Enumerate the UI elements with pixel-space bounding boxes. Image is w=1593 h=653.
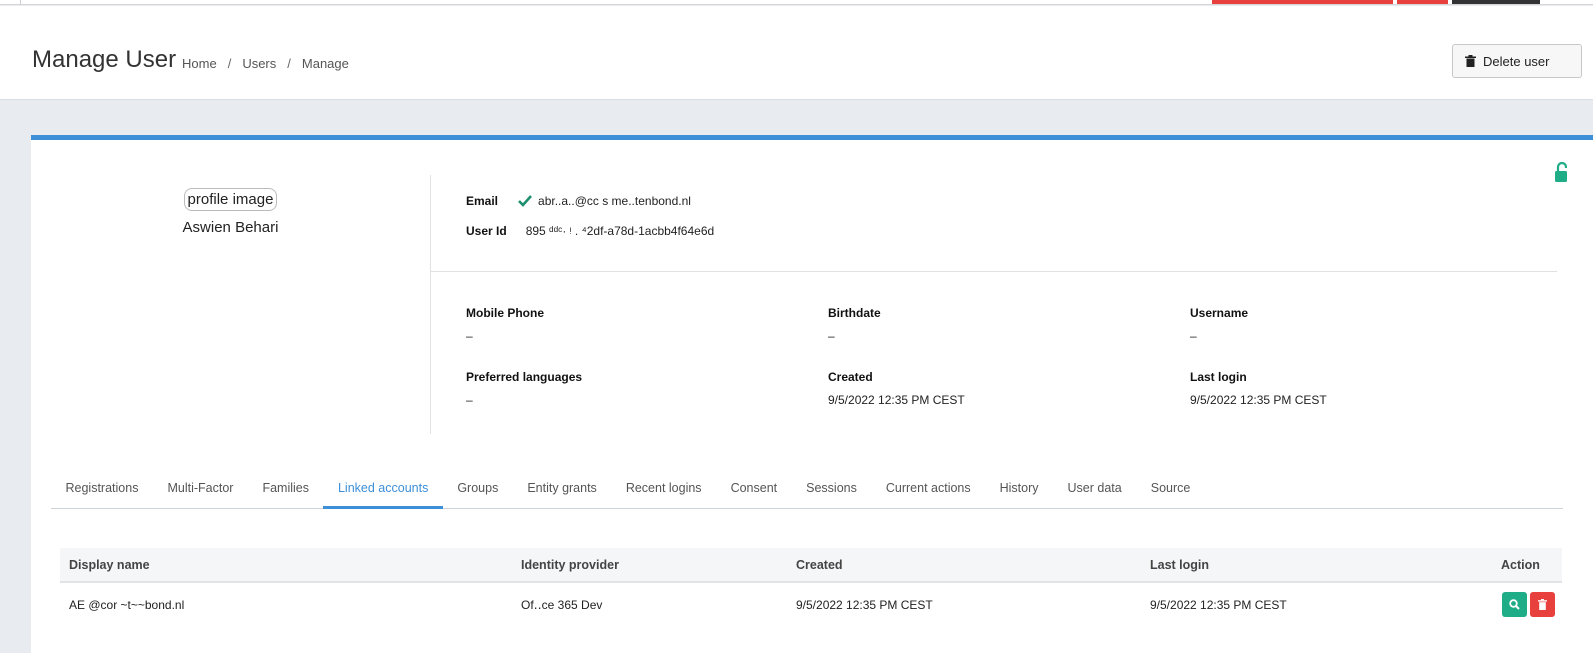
mobile-phone-field: Mobile Phone – (466, 306, 544, 343)
breadcrumb-home[interactable]: Home (182, 56, 217, 71)
delete-user-label: Delete user (1483, 53, 1550, 69)
breadcrumb-manage: Manage (301, 56, 349, 71)
tab-groups[interactable]: Groups (443, 467, 513, 508)
preferred-languages-value: – (466, 393, 473, 407)
username-label: Username (1190, 306, 1249, 320)
check-icon (518, 195, 532, 207)
trash-icon (1465, 55, 1476, 67)
mobile-phone-label: Mobile Phone (466, 306, 544, 320)
top-nav-button-dark[interactable] (1452, 0, 1540, 4)
preferred-languages-field: Preferred languages – (466, 370, 582, 407)
table-row: AE @cor ~t~~bond.nl Of‥ce 365 Dev 9/5/20… (60, 583, 1562, 626)
username-field: Username – (1190, 306, 1248, 343)
trash-icon (1538, 599, 1547, 610)
last-login-value: 9/5/2022 12:35 PM CEST (1190, 393, 1327, 407)
table-header: Display name Identity provider Created L… (60, 548, 1562, 583)
tab-multi-factor[interactable]: Multi-Factor (153, 467, 248, 508)
page-title: Manage User (32, 46, 177, 73)
profile-section: profile image Aswien Behari (31, 175, 430, 236)
breadcrumb-separator: / (287, 56, 291, 71)
page-header: Manage User Home / Users / Manage Delete… (0, 6, 1593, 100)
breadcrumb: Home / Users / Manage (182, 56, 349, 71)
column-identity-provider[interactable]: Identity provider (521, 558, 619, 572)
row-created: 9/5/2022 12:35 PM CEST (796, 597, 933, 612)
birthdate-label: Birthdate (828, 306, 881, 320)
email-label: Email (466, 194, 499, 208)
username-value: – (1190, 329, 1197, 343)
profile-name: Aswien Behari (182, 219, 279, 236)
created-label: Created (828, 370, 873, 384)
breadcrumb-separator: / (227, 56, 232, 71)
top-nav-bar (0, 0, 1593, 5)
column-created[interactable]: Created (796, 558, 843, 572)
tab-registrations[interactable]: Registrations (51, 467, 153, 508)
vertical-divider (430, 175, 431, 434)
userid-label: User Id (466, 224, 507, 238)
delete-linked-account-button[interactable] (1530, 592, 1555, 617)
search-icon (1509, 599, 1520, 610)
email-row: Email abr..a..@cc s me..tenbond.nl (466, 194, 691, 208)
created-field: Created 9/5/2022 12:35 PM CEST (828, 370, 965, 407)
view-linked-account-button[interactable] (1502, 592, 1527, 617)
tab-linked-accounts[interactable]: Linked accounts (323, 467, 443, 509)
delete-user-button[interactable]: Delete user (1452, 44, 1582, 78)
user-panel: profile image Aswien Behari Email abr..a… (31, 135, 1593, 653)
row-display-name: AE @cor ~t~~bond.nl (69, 597, 185, 612)
tab-history[interactable]: History (985, 467, 1053, 508)
tab-current-actions[interactable]: Current actions (871, 467, 985, 508)
userid-row: User Id 895 ᵈᵈᶜ· ᵎ . ⁴2df-a78d-1acbb4f64… (466, 224, 714, 238)
column-display-name[interactable]: Display name (69, 558, 150, 572)
birthdate-value: – (828, 329, 835, 343)
tab-families[interactable]: Families (248, 467, 324, 508)
email-value: abr..a..@cc s me..tenbond.nl (538, 194, 691, 208)
user-tabs: Registrations Multi-Factor Families Link… (51, 467, 1563, 509)
tab-sessions[interactable]: Sessions (792, 467, 872, 508)
tab-consent[interactable]: Consent (716, 467, 792, 508)
profile-image: profile image (183, 188, 278, 211)
row-identity-provider: Of‥ce 365 Dev (521, 597, 603, 612)
preferred-languages-label: Preferred languages (466, 370, 583, 384)
column-action: Action (1501, 557, 1540, 572)
top-nav-edge (20, 0, 21, 5)
created-value: 9/5/2022 12:35 PM CEST (828, 393, 965, 407)
last-login-label: Last login (1190, 370, 1247, 384)
linked-accounts-table: Display name Identity provider Created L… (60, 548, 1562, 626)
horizontal-divider (431, 271, 1557, 272)
tab-source[interactable]: Source (1136, 467, 1205, 508)
tab-recent-logins[interactable]: Recent logins (611, 467, 716, 508)
mobile-phone-value: – (466, 329, 473, 343)
lock-icon[interactable] (1555, 161, 1568, 182)
userid-value: 895 ᵈᵈᶜ· ᵎ . ⁴2df-a78d-1acbb4f64e6d (525, 224, 715, 238)
birthdate-field: Birthdate – (828, 306, 881, 343)
top-nav-button-red[interactable] (1212, 0, 1393, 4)
column-last-login[interactable]: Last login (1150, 558, 1209, 572)
tab-entity-grants[interactable]: Entity grants (513, 467, 611, 508)
last-login-field: Last login 9/5/2022 12:35 PM CEST (1190, 370, 1327, 407)
row-last-login: 9/5/2022 12:35 PM CEST (1150, 597, 1287, 612)
breadcrumb-users[interactable]: Users (242, 56, 276, 71)
tab-user-data[interactable]: User data (1053, 467, 1136, 508)
top-nav-button-red-small[interactable] (1397, 0, 1448, 4)
